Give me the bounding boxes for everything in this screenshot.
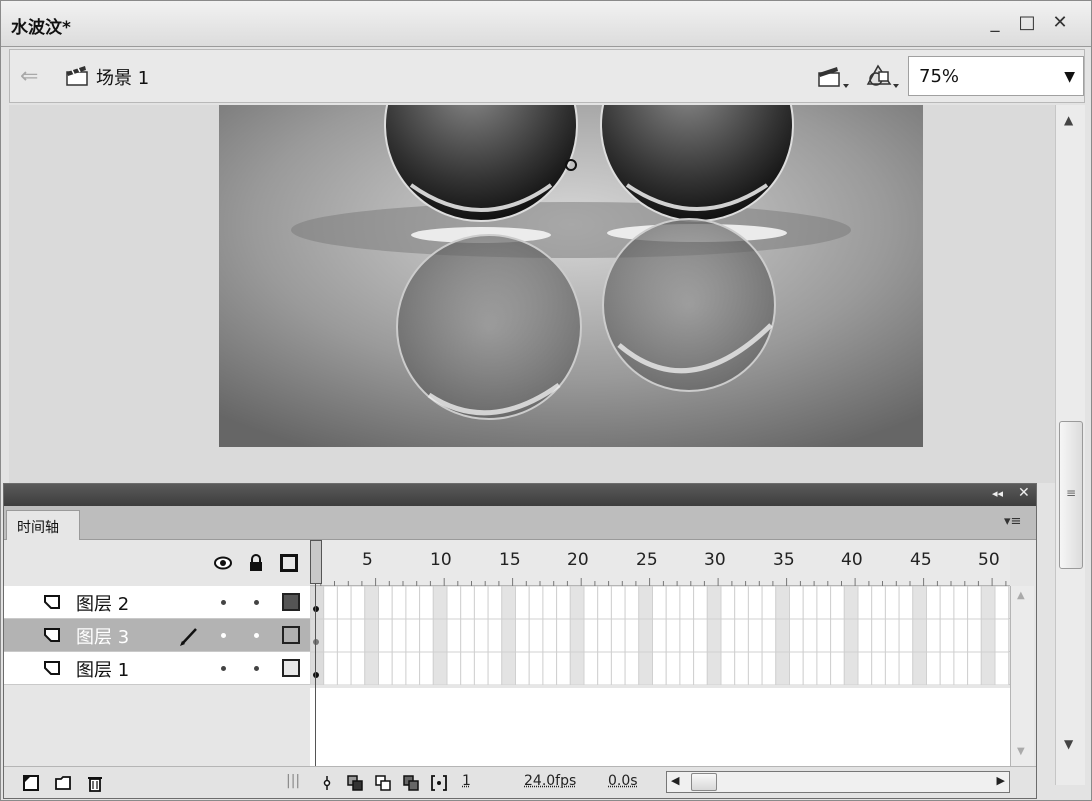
clapperboard-dropdown-icon[interactable] — [816, 62, 852, 90]
timeline-panel: ◂◂ ✕ 时间轴 ▾≡ 1 5 10 15 20 25 — [3, 483, 1037, 799]
layer-row-3[interactable]: 图层 3 — [4, 619, 310, 652]
divider-grip-icon[interactable]: ||| — [286, 773, 300, 789]
frame-row-layer-3[interactable] — [310, 619, 1010, 652]
zoom-value: 75% — [919, 66, 960, 87]
symbol-dropdown-icon[interactable] — [862, 62, 902, 90]
ruler-number: 20 — [567, 550, 589, 570]
lock-dot[interactable] — [254, 666, 259, 671]
ruler-number: 50 — [978, 550, 1000, 570]
playhead-line — [315, 584, 316, 766]
lock-icon[interactable] — [248, 554, 264, 572]
pencil-icon — [180, 628, 197, 646]
layer-name[interactable]: 图层 3 — [76, 623, 129, 649]
frame-row-layer-2[interactable] — [310, 586, 1010, 619]
edit-multiple-frames-icon[interactable] — [402, 774, 420, 792]
ruler-number: 45 — [910, 550, 932, 570]
playhead-handle[interactable] — [310, 540, 322, 584]
grip-icon: ≡ — [1066, 486, 1077, 500]
scroll-up-icon[interactable]: ▲ — [1017, 590, 1025, 601]
layer-icon — [44, 595, 60, 609]
window-title: 水波汶* — [11, 18, 71, 38]
panel-title-strip: ◂◂ ✕ — [4, 484, 1036, 506]
layer-icon — [44, 628, 60, 642]
minimize-button[interactable]: _ — [983, 11, 1007, 35]
playhead[interactable] — [310, 540, 322, 766]
layer-name[interactable]: 图层 1 — [76, 656, 129, 682]
scrollbar-thumb[interactable] — [691, 773, 717, 791]
ruler-number: 30 — [704, 550, 726, 570]
close-button[interactable]: ✕ — [1048, 11, 1072, 35]
layer-row-1[interactable]: 图层 1 — [4, 652, 310, 685]
frame-ruler[interactable]: 1 5 10 15 20 25 30 35 40 45 50 — [310, 540, 1010, 586]
scroll-down-icon[interactable]: ▼ — [1017, 746, 1025, 757]
clapperboard-icon — [66, 66, 88, 86]
stage-area — [9, 105, 1055, 483]
ruler-ticks — [320, 578, 1007, 586]
timeline-bottom-bar: ||| 1 24.0fps 0.0s ◀ ▶ — [4, 766, 1036, 798]
frame-vertical-scrollbar[interactable]: ▲ ▼ — [1010, 586, 1034, 766]
onion-skin-outline-icon[interactable] — [374, 774, 392, 792]
zoom-select[interactable]: 75% ▼ — [908, 56, 1084, 96]
chevron-down-icon[interactable]: ▼ — [1064, 69, 1075, 85]
tab-timeline[interactable]: 时间轴 — [6, 510, 80, 541]
layer-name[interactable]: 图层 2 — [76, 590, 129, 616]
scene-label[interactable]: 场景 1 — [96, 64, 149, 90]
layer-row-2[interactable]: 图层 2 — [4, 586, 310, 619]
scroll-right-icon[interactable]: ▶ — [997, 774, 1005, 787]
ruler-number: 5 — [362, 550, 373, 570]
panel-tab-bar: 时间轴 ▾≡ — [4, 506, 1036, 541]
folder-icon[interactable] — [54, 774, 72, 792]
outline-color-square[interactable] — [282, 626, 300, 644]
maximize-button[interactable]: □ — [1015, 11, 1039, 35]
vertical-scrollbar[interactable]: ▲ ≡ ▼ — [1055, 105, 1085, 785]
scroll-down-icon[interactable]: ▼ — [1064, 737, 1073, 751]
current-frame[interactable]: 1 — [462, 773, 471, 789]
horizontal-scrollbar[interactable]: ◀ ▶ — [666, 771, 1010, 793]
frame-row-layer-1[interactable] — [310, 652, 1010, 685]
ruler-number: 25 — [636, 550, 658, 570]
panel-menu-icon[interactable]: ▾≡ — [1004, 514, 1021, 529]
visibility-dot[interactable] — [221, 633, 226, 638]
ruler-number: 35 — [773, 550, 795, 570]
center-frame-icon[interactable] — [318, 774, 336, 792]
layer-header — [4, 540, 310, 586]
scroll-left-icon[interactable]: ◀ — [671, 774, 679, 787]
onion-skin-icon[interactable] — [346, 774, 364, 792]
edit-bar: ⇐ 场景 1 75% ▼ — [9, 49, 1085, 103]
tab-label: 时间轴 — [17, 520, 59, 536]
empty-frame-area — [310, 688, 1010, 766]
scroll-up-icon[interactable]: ▲ — [1064, 113, 1073, 127]
lock-dot[interactable] — [254, 600, 259, 605]
visibility-dot[interactable] — [221, 600, 226, 605]
ruler-number: 10 — [430, 550, 452, 570]
panel-close-icon[interactable]: ✕ — [1018, 485, 1030, 501]
application-window: 水波汶* _ □ ✕ ⇐ 场景 1 75% ▼ ▲ ≡ ▼ ◂◂ ✕ 时间轴 ▾… — [0, 0, 1092, 801]
trash-icon[interactable] — [86, 774, 104, 792]
lock-dot[interactable] — [254, 633, 259, 638]
empty-layer-area — [4, 688, 310, 766]
frame-rate[interactable]: 24.0fps — [524, 773, 576, 789]
stage-canvas[interactable] — [219, 105, 923, 447]
outline-color-square[interactable] — [282, 593, 300, 611]
onion-markers-icon[interactable] — [430, 774, 448, 792]
scrollbar-thumb[interactable]: ≡ — [1059, 421, 1083, 569]
outline-color-square[interactable] — [282, 659, 300, 677]
title-bar: 水波汶* _ □ ✕ — [1, 1, 1091, 47]
eye-icon[interactable] — [214, 556, 232, 570]
new-layer-icon[interactable] — [22, 774, 40, 792]
layer-icon — [44, 661, 60, 675]
outline-toggle-icon[interactable] — [280, 554, 298, 572]
visibility-dot[interactable] — [221, 666, 226, 671]
elapsed-time: 0.0s — [608, 773, 638, 789]
arrow-left-icon[interactable]: ⇐ — [20, 64, 38, 89]
ruler-number: 15 — [499, 550, 521, 570]
ruler-number: 40 — [841, 550, 863, 570]
collapse-panel-icon[interactable]: ◂◂ — [992, 487, 1003, 500]
